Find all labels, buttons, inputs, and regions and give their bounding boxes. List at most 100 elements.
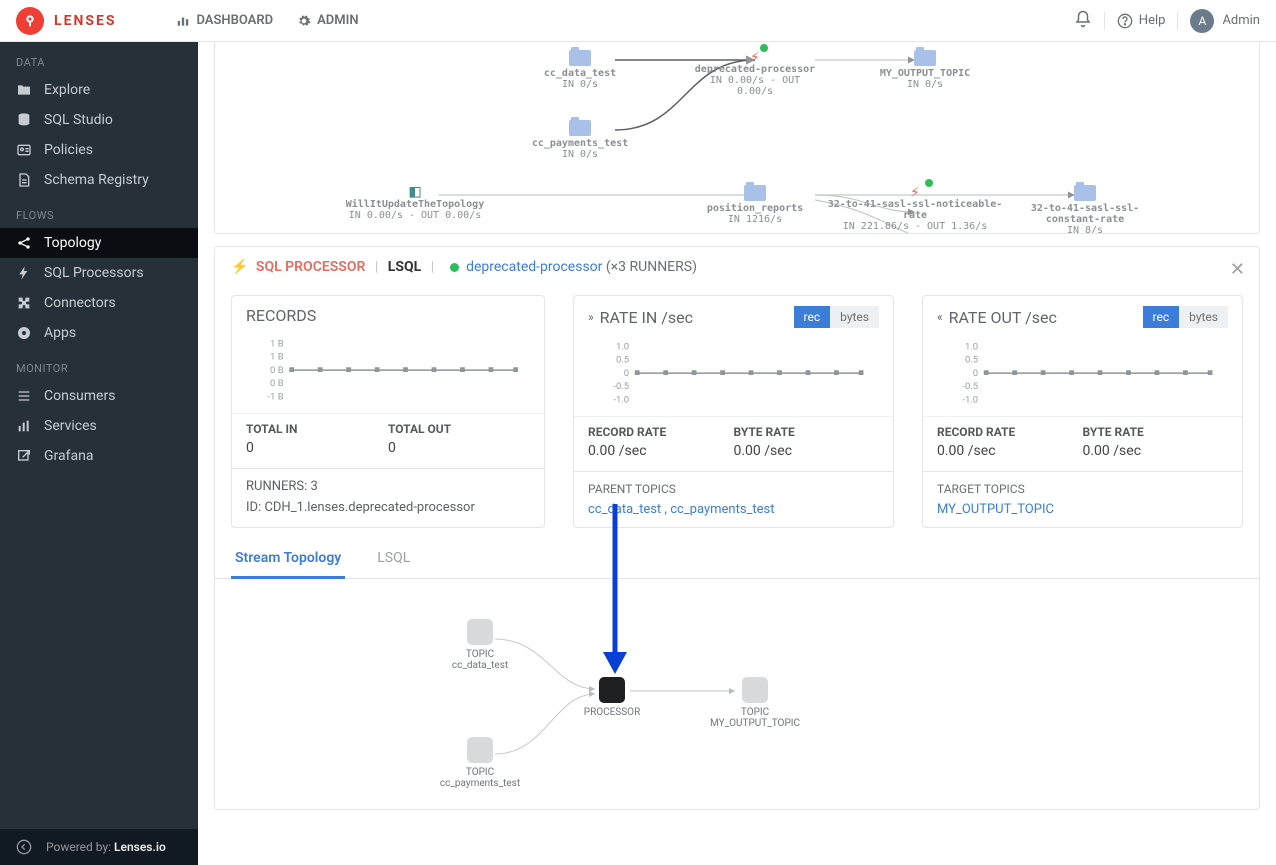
tab-stream-topology[interactable]: Stream Topology xyxy=(231,542,345,579)
svg-text:-1 B: -1 B xyxy=(267,392,283,403)
rate-in-title: RATE IN /sec xyxy=(600,308,693,327)
close-icon[interactable]: ✕ xyxy=(1230,259,1245,280)
puzzle-icon xyxy=(16,295,32,311)
sidebar-item-sql-studio[interactable]: SQL Studio xyxy=(0,105,198,135)
toggle-bytes[interactable]: bytes xyxy=(1179,306,1228,328)
powered-by-link[interactable]: Lenses.io xyxy=(114,840,166,854)
node-my-output-topic[interactable]: MY_OUTPUT_TOPIC IN 0/s xyxy=(860,50,990,90)
toggle-rec[interactable]: rec xyxy=(1143,306,1180,328)
svg-text:1 B: 1 B xyxy=(270,352,284,363)
svg-text:1.0: 1.0 xyxy=(965,341,978,352)
sidebar-item-apps[interactable]: Apps xyxy=(0,318,198,348)
svg-text:0 B: 0 B xyxy=(270,378,284,389)
sidebar-section-flows: FLOWS xyxy=(0,195,198,228)
rate-in-card: » RATE IN /sec rec bytes 1.0 0.5 0 -0.5 xyxy=(573,295,894,528)
bolt-icon: ⚡ xyxy=(231,259,248,275)
nav-admin[interactable]: ADMIN xyxy=(297,13,358,28)
records-card: RECORDS 1 B 1 B 0 B 0 B -1 B xyxy=(231,295,545,528)
user-menu[interactable]: A Admin xyxy=(1190,9,1260,33)
bolt-icon xyxy=(16,265,32,281)
nav-dashboard[interactable]: DASHBOARD xyxy=(176,13,273,28)
sidebar-item-explore[interactable]: Explore xyxy=(0,75,198,105)
toggle-bytes[interactable]: bytes xyxy=(830,306,879,328)
node-constant-rate[interactable]: 32-to-41-sasl-ssl-constant-rate IN 8/s xyxy=(1005,185,1165,234)
in-icon: » xyxy=(588,310,594,324)
status-indicator xyxy=(450,263,459,272)
collapse-icon[interactable] xyxy=(16,839,32,855)
processor-detail-panel: ⚡ SQL PROCESSOR | LSQL | deprecated-proc… xyxy=(214,246,1260,810)
sidebar-item-services[interactable]: Services xyxy=(0,411,198,441)
rate-out-card: « RATE OUT /sec rec bytes 1.0 0.5 0 -0.5 xyxy=(922,295,1243,528)
detail-runners: (×3 RUNNERS) xyxy=(606,259,697,275)
folder-icon xyxy=(16,82,32,98)
svg-text:1 B: 1 B xyxy=(270,338,284,349)
svg-text:-0.5: -0.5 xyxy=(962,381,978,392)
detail-type: SQL PROCESSOR xyxy=(256,259,365,275)
sidebar-item-connectors[interactable]: Connectors xyxy=(0,288,198,318)
brand-text: LENSES xyxy=(54,13,116,29)
sidebar-footer: Powered by: Lenses.io xyxy=(0,829,198,865)
rate-out-title: RATE OUT /sec xyxy=(949,308,1057,327)
annotation-arrow xyxy=(595,504,635,679)
database-icon xyxy=(16,112,32,128)
node-cc-payments-test[interactable]: cc_payments_test IN 0/s xyxy=(515,120,645,160)
svg-text:0: 0 xyxy=(973,368,978,379)
brand-logo[interactable]: LENSES xyxy=(16,7,116,35)
tab-lsql[interactable]: LSQL xyxy=(373,542,414,579)
out-icon: « xyxy=(937,310,943,324)
detail-lang: LSQL xyxy=(388,259,421,275)
toggle-rec[interactable]: rec xyxy=(794,306,831,328)
help-icon xyxy=(1117,13,1133,29)
rate-out-toggle[interactable]: rec bytes xyxy=(1143,306,1228,328)
node-cc-data-test[interactable]: cc_data_test IN 0/s xyxy=(515,50,645,90)
parent-topic-link-2[interactable]: cc_payments_test xyxy=(670,502,774,517)
processor-id: ID: CDH_1.lenses.deprecated-processor xyxy=(246,500,530,515)
avatar: A xyxy=(1190,9,1214,33)
svg-text:0 B: 0 B xyxy=(270,365,284,376)
sidebar-section-monitor: MONITOR xyxy=(0,348,198,381)
sidebar-item-consumers[interactable]: Consumers xyxy=(0,381,198,411)
external-link-icon xyxy=(16,448,32,464)
records-title: RECORDS xyxy=(246,306,316,325)
chart-icon xyxy=(16,418,32,434)
stream-node-output[interactable]: TOPIC MY_OUTPUT_TOPIC xyxy=(695,677,815,729)
notifications-icon[interactable] xyxy=(1074,10,1092,32)
stream-node-processor[interactable]: PROCESSOR xyxy=(552,677,672,718)
detail-processor-link[interactable]: deprecated-processor xyxy=(466,259,602,275)
stream-node-cc-data[interactable]: TOPIC cc_data_test xyxy=(420,619,540,671)
list-icon xyxy=(16,388,32,404)
node-will-update[interactable]: ◧ WillItUpdateTheTopology IN 0.00/s - OU… xyxy=(325,185,505,221)
sidebar-section-data: DATA xyxy=(0,42,198,75)
share-icon xyxy=(16,235,32,251)
sidebar-item-schema-registry[interactable]: Schema Registry xyxy=(0,165,198,195)
node-deprecated-processor[interactable]: ⚡ deprecated-processor IN 0.00/s - OUT 0… xyxy=(690,50,820,97)
svg-text:0.5: 0.5 xyxy=(965,355,978,366)
help-link[interactable]: Help xyxy=(1117,13,1166,29)
svg-text:0.5: 0.5 xyxy=(616,355,629,366)
node-noticeable-rate[interactable]: ⚡ 32-to-41-sasl-ssl-noticeable-rate IN 2… xyxy=(825,185,1005,232)
runners-count: RUNNERS: 3 xyxy=(246,479,530,494)
stream-node-cc-payments[interactable]: TOPIC cc_payments_test xyxy=(420,737,540,789)
sidebar-item-topology[interactable]: Topology xyxy=(0,228,198,258)
records-chart: 1 B 1 B 0 B 0 B -1 B xyxy=(232,335,544,413)
id-card-icon xyxy=(16,142,32,158)
bar-chart-icon xyxy=(176,14,190,28)
rate-out-chart: 1.0 0.5 0 -0.5 -1.0 xyxy=(923,338,1242,416)
sidebar-item-grafana[interactable]: Grafana xyxy=(0,441,198,471)
sidebar-item-policies[interactable]: Policies xyxy=(0,135,198,165)
node-position-reports[interactable]: position_reports IN 1216/s xyxy=(690,185,820,225)
target-topic-link-1[interactable]: MY_OUTPUT_TOPIC xyxy=(937,502,1054,517)
sidebar-item-sql-processors[interactable]: SQL Processors xyxy=(0,258,198,288)
svg-text:-1.0: -1.0 xyxy=(962,395,978,406)
rate-in-toggle[interactable]: rec bytes xyxy=(794,306,879,328)
stream-topology-graph[interactable]: TOPIC cc_data_test TOPIC cc_payments_tes… xyxy=(215,579,1259,809)
lens-icon xyxy=(16,7,44,35)
svg-text:-0.5: -0.5 xyxy=(613,381,629,392)
sidebar: DATA Explore SQL Studio Policies Schema … xyxy=(0,42,198,865)
file-icon xyxy=(16,172,32,188)
app-icon xyxy=(16,325,32,341)
svg-text:-1.0: -1.0 xyxy=(613,395,629,406)
rate-in-chart: 1.0 0.5 0 -0.5 -1.0 xyxy=(574,338,893,416)
topology-graph[interactable]: cc_data_test IN 0/s cc_payments_test IN … xyxy=(214,42,1260,234)
gear-icon xyxy=(297,14,311,28)
